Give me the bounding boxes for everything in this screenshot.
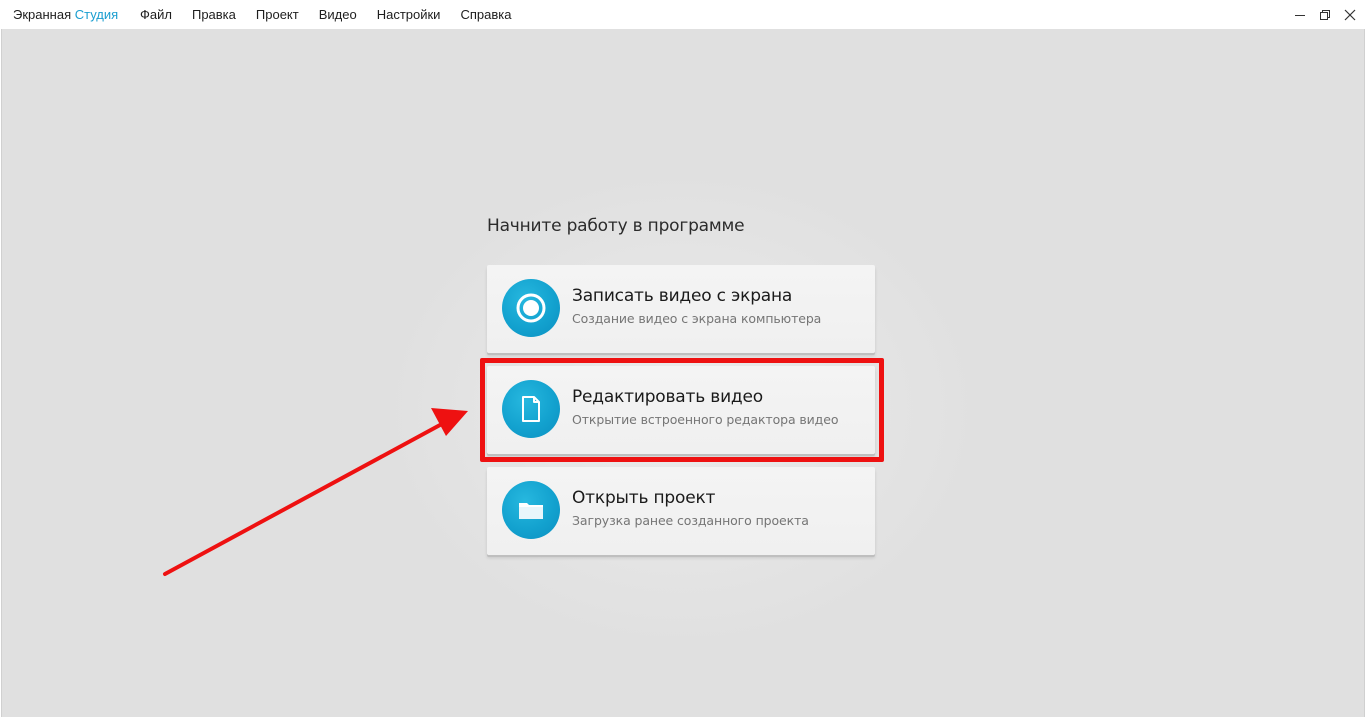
close-icon: [1344, 9, 1355, 20]
highlight-box: [480, 358, 884, 462]
app-title-part2: Студия: [74, 7, 119, 22]
card-subtitle: Создание видео с экрана компьютера: [572, 311, 822, 326]
main-menu: Файл Правка Проект Видео Настройки Справ…: [130, 0, 521, 29]
menu-item-edit[interactable]: Правка: [182, 0, 246, 29]
record-icon-circle: [502, 279, 560, 337]
menu-bar: Экранная Студия Файл Правка Проект Видео…: [0, 0, 1366, 29]
minimize-button[interactable]: [1287, 0, 1312, 29]
menu-item-video[interactable]: Видео: [309, 0, 367, 29]
app-title-part1: Экранная: [13, 7, 72, 22]
restore-button[interactable]: [1312, 0, 1337, 29]
window-controls: [1287, 0, 1366, 29]
open-project-button[interactable]: Открыть проект Загрузка ранее созданного…: [487, 467, 875, 555]
card-title: Записать видео с экрана: [572, 286, 793, 306]
record-icon: [516, 293, 546, 323]
record-screen-button[interactable]: Записать видео с экрана Создание видео с…: [487, 265, 875, 353]
restore-icon: [1319, 9, 1330, 20]
close-button[interactable]: [1337, 0, 1362, 29]
menu-item-project[interactable]: Проект: [246, 0, 309, 29]
menu-item-file[interactable]: Файл: [130, 0, 182, 29]
start-heading: Начните работу в программе: [487, 216, 745, 236]
folder-icon-circle: [502, 481, 560, 539]
app-title: Экранная Студия: [13, 7, 118, 22]
folder-icon: [519, 503, 543, 519]
minimize-icon: [1294, 14, 1305, 16]
menu-item-settings[interactable]: Настройки: [367, 0, 451, 29]
card-title: Открыть проект: [572, 488, 716, 508]
menu-item-help[interactable]: Справка: [450, 0, 521, 29]
app-window: Экранная Студия Файл Правка Проект Видео…: [0, 0, 1366, 718]
card-subtitle: Загрузка ранее созданного проекта: [572, 513, 809, 528]
